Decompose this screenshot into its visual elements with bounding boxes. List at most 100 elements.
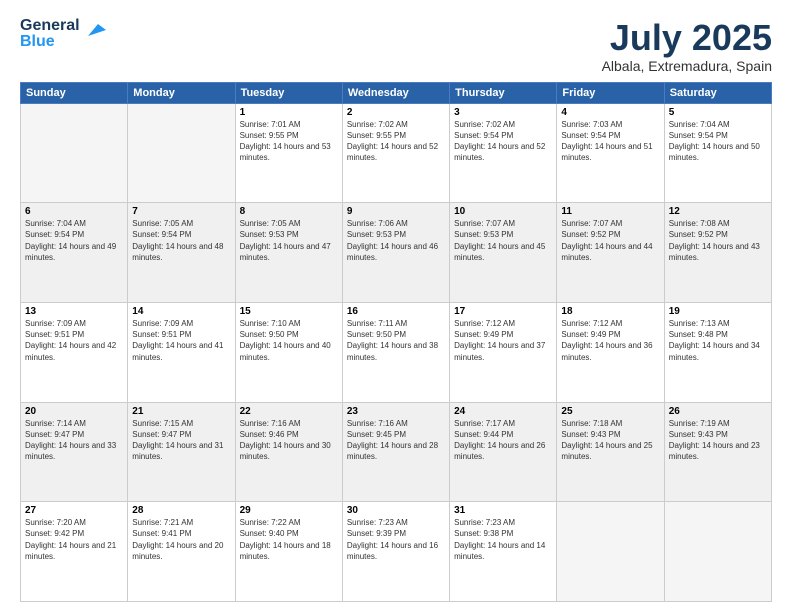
weekday-header-saturday: Saturday <box>664 82 771 103</box>
day-number: 9 <box>347 206 445 217</box>
calendar-day: 28Sunrise: 7:21 AM Sunset: 9:41 PM Dayli… <box>128 502 235 602</box>
day-number: 8 <box>240 206 338 217</box>
weekday-header-thursday: Thursday <box>450 82 557 103</box>
day-number: 30 <box>347 505 445 516</box>
calendar-day: 10Sunrise: 7:07 AM Sunset: 9:53 PM Dayli… <box>450 203 557 303</box>
day-number: 18 <box>561 306 659 317</box>
calendar-day: 21Sunrise: 7:15 AM Sunset: 9:47 PM Dayli… <box>128 402 235 502</box>
calendar-day: 15Sunrise: 7:10 AM Sunset: 9:50 PM Dayli… <box>235 302 342 402</box>
calendar-day: 27Sunrise: 7:20 AM Sunset: 9:42 PM Dayli… <box>21 502 128 602</box>
calendar-day: 22Sunrise: 7:16 AM Sunset: 9:46 PM Dayli… <box>235 402 342 502</box>
weekday-header-friday: Friday <box>557 82 664 103</box>
day-info: Sunrise: 7:08 AM Sunset: 9:52 PM Dayligh… <box>669 218 767 263</box>
day-info: Sunrise: 7:14 AM Sunset: 9:47 PM Dayligh… <box>25 418 123 463</box>
day-info: Sunrise: 7:23 AM Sunset: 9:39 PM Dayligh… <box>347 517 445 562</box>
day-number: 27 <box>25 505 123 516</box>
day-info: Sunrise: 7:07 AM Sunset: 9:53 PM Dayligh… <box>454 218 552 263</box>
day-number: 10 <box>454 206 552 217</box>
day-info: Sunrise: 7:04 AM Sunset: 9:54 PM Dayligh… <box>25 218 123 263</box>
day-number: 19 <box>669 306 767 317</box>
day-number: 12 <box>669 206 767 217</box>
calendar-day: 5Sunrise: 7:04 AM Sunset: 9:54 PM Daylig… <box>664 103 771 203</box>
day-info: Sunrise: 7:17 AM Sunset: 9:44 PM Dayligh… <box>454 418 552 463</box>
day-number: 7 <box>132 206 230 217</box>
title-block: July 2025 Albala, Extremadura, Spain <box>602 18 772 74</box>
weekday-header-sunday: Sunday <box>21 82 128 103</box>
calendar-day: 11Sunrise: 7:07 AM Sunset: 9:52 PM Dayli… <box>557 203 664 303</box>
day-number: 3 <box>454 107 552 118</box>
day-number: 25 <box>561 406 659 417</box>
day-info: Sunrise: 7:11 AM Sunset: 9:50 PM Dayligh… <box>347 318 445 363</box>
logo-icon <box>84 18 106 40</box>
day-number: 14 <box>132 306 230 317</box>
day-info: Sunrise: 7:02 AM Sunset: 9:54 PM Dayligh… <box>454 119 552 164</box>
calendar-day: 2Sunrise: 7:02 AM Sunset: 9:55 PM Daylig… <box>342 103 449 203</box>
calendar-day: 6Sunrise: 7:04 AM Sunset: 9:54 PM Daylig… <box>21 203 128 303</box>
day-info: Sunrise: 7:06 AM Sunset: 9:53 PM Dayligh… <box>347 218 445 263</box>
calendar-day: 25Sunrise: 7:18 AM Sunset: 9:43 PM Dayli… <box>557 402 664 502</box>
calendar-table: SundayMondayTuesdayWednesdayThursdayFrid… <box>20 82 772 602</box>
calendar-day: 3Sunrise: 7:02 AM Sunset: 9:54 PM Daylig… <box>450 103 557 203</box>
calendar-day <box>557 502 664 602</box>
day-info: Sunrise: 7:04 AM Sunset: 9:54 PM Dayligh… <box>669 119 767 164</box>
calendar-day: 31Sunrise: 7:23 AM Sunset: 9:38 PM Dayli… <box>450 502 557 602</box>
day-info: Sunrise: 7:21 AM Sunset: 9:41 PM Dayligh… <box>132 517 230 562</box>
calendar-day: 7Sunrise: 7:05 AM Sunset: 9:54 PM Daylig… <box>128 203 235 303</box>
calendar-day <box>21 103 128 203</box>
calendar-day: 30Sunrise: 7:23 AM Sunset: 9:39 PM Dayli… <box>342 502 449 602</box>
day-number: 15 <box>240 306 338 317</box>
day-info: Sunrise: 7:03 AM Sunset: 9:54 PM Dayligh… <box>561 119 659 164</box>
calendar-day: 23Sunrise: 7:16 AM Sunset: 9:45 PM Dayli… <box>342 402 449 502</box>
day-number: 17 <box>454 306 552 317</box>
calendar-day: 9Sunrise: 7:06 AM Sunset: 9:53 PM Daylig… <box>342 203 449 303</box>
day-number: 1 <box>240 107 338 118</box>
weekday-header-monday: Monday <box>128 82 235 103</box>
location: Albala, Extremadura, Spain <box>602 58 772 74</box>
day-info: Sunrise: 7:01 AM Sunset: 9:55 PM Dayligh… <box>240 119 338 164</box>
day-number: 11 <box>561 206 659 217</box>
day-number: 16 <box>347 306 445 317</box>
day-number: 21 <box>132 406 230 417</box>
day-info: Sunrise: 7:15 AM Sunset: 9:47 PM Dayligh… <box>132 418 230 463</box>
day-info: Sunrise: 7:19 AM Sunset: 9:43 PM Dayligh… <box>669 418 767 463</box>
day-info: Sunrise: 7:05 AM Sunset: 9:53 PM Dayligh… <box>240 218 338 263</box>
calendar-day <box>128 103 235 203</box>
calendar-day: 14Sunrise: 7:09 AM Sunset: 9:51 PM Dayli… <box>128 302 235 402</box>
day-number: 23 <box>347 406 445 417</box>
day-info: Sunrise: 7:09 AM Sunset: 9:51 PM Dayligh… <box>25 318 123 363</box>
calendar-day: 26Sunrise: 7:19 AM Sunset: 9:43 PM Dayli… <box>664 402 771 502</box>
day-number: 5 <box>669 107 767 118</box>
calendar-week-row: 13Sunrise: 7:09 AM Sunset: 9:51 PM Dayli… <box>21 302 772 402</box>
day-info: Sunrise: 7:18 AM Sunset: 9:43 PM Dayligh… <box>561 418 659 463</box>
day-number: 24 <box>454 406 552 417</box>
day-info: Sunrise: 7:12 AM Sunset: 9:49 PM Dayligh… <box>561 318 659 363</box>
logo: General Blue <box>20 18 106 50</box>
page: General Blue July 2025 Albala, Extremadu… <box>0 0 792 612</box>
calendar-day: 1Sunrise: 7:01 AM Sunset: 9:55 PM Daylig… <box>235 103 342 203</box>
logo-general: General <box>20 18 80 34</box>
calendar-day: 24Sunrise: 7:17 AM Sunset: 9:44 PM Dayli… <box>450 402 557 502</box>
calendar-day: 18Sunrise: 7:12 AM Sunset: 9:49 PM Dayli… <box>557 302 664 402</box>
day-number: 26 <box>669 406 767 417</box>
weekday-header-row: SundayMondayTuesdayWednesdayThursdayFrid… <box>21 82 772 103</box>
day-info: Sunrise: 7:05 AM Sunset: 9:54 PM Dayligh… <box>132 218 230 263</box>
day-info: Sunrise: 7:07 AM Sunset: 9:52 PM Dayligh… <box>561 218 659 263</box>
day-number: 29 <box>240 505 338 516</box>
calendar-day <box>664 502 771 602</box>
weekday-header-tuesday: Tuesday <box>235 82 342 103</box>
calendar-week-row: 1Sunrise: 7:01 AM Sunset: 9:55 PM Daylig… <box>21 103 772 203</box>
calendar-week-row: 20Sunrise: 7:14 AM Sunset: 9:47 PM Dayli… <box>21 402 772 502</box>
day-info: Sunrise: 7:10 AM Sunset: 9:50 PM Dayligh… <box>240 318 338 363</box>
day-info: Sunrise: 7:09 AM Sunset: 9:51 PM Dayligh… <box>132 318 230 363</box>
calendar-day: 17Sunrise: 7:12 AM Sunset: 9:49 PM Dayli… <box>450 302 557 402</box>
day-info: Sunrise: 7:20 AM Sunset: 9:42 PM Dayligh… <box>25 517 123 562</box>
day-number: 4 <box>561 107 659 118</box>
day-info: Sunrise: 7:13 AM Sunset: 9:48 PM Dayligh… <box>669 318 767 363</box>
day-number: 6 <box>25 206 123 217</box>
day-info: Sunrise: 7:02 AM Sunset: 9:55 PM Dayligh… <box>347 119 445 164</box>
calendar-day: 29Sunrise: 7:22 AM Sunset: 9:40 PM Dayli… <box>235 502 342 602</box>
calendar-day: 19Sunrise: 7:13 AM Sunset: 9:48 PM Dayli… <box>664 302 771 402</box>
day-number: 22 <box>240 406 338 417</box>
day-info: Sunrise: 7:22 AM Sunset: 9:40 PM Dayligh… <box>240 517 338 562</box>
day-number: 31 <box>454 505 552 516</box>
